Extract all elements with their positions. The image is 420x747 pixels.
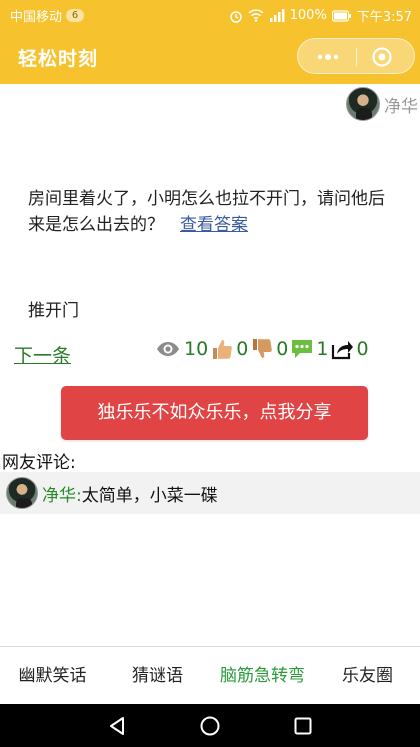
comment-bubble-icon[interactable] xyxy=(290,337,314,361)
comment-text: 太简单，小菜一碟 xyxy=(81,485,218,506)
more-icon[interactable] xyxy=(313,49,343,65)
author-avatar[interactable] xyxy=(346,87,380,121)
clock: 下午3:57 xyxy=(356,10,412,25)
bottom-tab-bar: 幽默笑话 猜谜语 脑筋急转弯 乐友圈 xyxy=(0,646,420,704)
like-stat[interactable]: 0 xyxy=(210,337,250,361)
comments-count: 1 xyxy=(316,338,329,360)
dislikes-count: 0 xyxy=(276,338,289,360)
miniprogram-capsule xyxy=(297,38,415,74)
wifi-icon xyxy=(248,9,264,22)
comment-stat[interactable]: 1 xyxy=(290,337,330,361)
back-icon[interactable] xyxy=(108,716,126,736)
likes-count: 0 xyxy=(236,338,249,360)
riddle-question: 房间里着火了，小明怎么也拉不开门，请问他后来是怎么出去的？ 查看答案 xyxy=(28,186,398,238)
share-button[interactable]: 独乐乐不如众乐乐，点我分享 xyxy=(61,386,368,440)
alarm-icon xyxy=(229,10,242,23)
battery-percent: 100% xyxy=(289,8,327,23)
system-nav-bar xyxy=(0,704,420,747)
tab-riddles[interactable]: 猜谜语 xyxy=(105,647,210,704)
views-stat: 10 xyxy=(156,338,210,360)
stats-row: 10 0 0 1 0 xyxy=(156,334,371,364)
dislike-stat[interactable]: 0 xyxy=(250,337,290,361)
status-bar: 中国移动 6 100% 下午3:57 xyxy=(0,0,420,30)
commenter-avatar[interactable] xyxy=(6,477,38,509)
close-miniprogram-icon[interactable] xyxy=(371,46,393,68)
next-button[interactable]: 下一条 xyxy=(14,341,71,368)
tab-brain-teasers[interactable]: 脑筋急转弯 xyxy=(210,647,315,704)
thumbs-up-icon[interactable] xyxy=(210,337,234,361)
riddle-answer: 推开门 xyxy=(28,301,79,321)
recent-apps-icon[interactable] xyxy=(294,717,312,735)
commenter-name[interactable]: 净华: xyxy=(42,481,82,506)
post-author: 净华 xyxy=(346,86,420,122)
views-count: 10 xyxy=(184,338,209,360)
shares-count: 0 xyxy=(356,338,369,360)
share-icon[interactable] xyxy=(330,337,354,361)
capsule-divider xyxy=(356,48,357,66)
comment-item: 净华: 太简单，小菜一碟 xyxy=(0,472,420,514)
page-title: 轻松时刻 xyxy=(18,48,99,70)
comments-heading: 网友评论: xyxy=(2,453,76,473)
author-name: 净华 xyxy=(384,96,418,117)
notification-badge: 6 xyxy=(66,9,85,22)
eye-icon xyxy=(157,342,179,356)
view-answer-link[interactable]: 查看答案 xyxy=(180,215,248,235)
home-icon[interactable] xyxy=(199,715,221,737)
battery-icon xyxy=(331,9,351,22)
thumbs-down-icon[interactable] xyxy=(250,337,274,361)
tab-friends-circle[interactable]: 乐友圈 xyxy=(315,647,420,704)
tab-jokes[interactable]: 幽默笑话 xyxy=(0,647,105,704)
carrier-label: 中国移动 xyxy=(10,10,63,25)
share-stat[interactable]: 0 xyxy=(330,337,370,361)
signal-icon xyxy=(269,9,285,22)
app-screen: 中国移动 6 100% 下午3:57 轻松时刻 净华 房间里着火了，小明怎么也拉… xyxy=(0,0,420,747)
